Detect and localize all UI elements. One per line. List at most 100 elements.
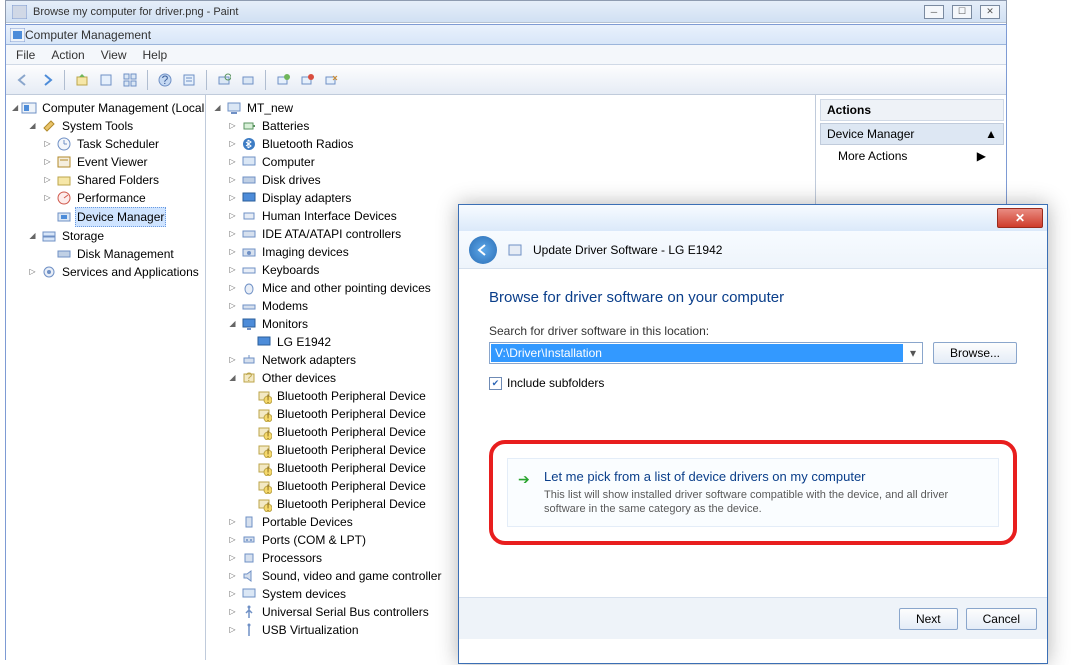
performance-icon — [56, 190, 72, 206]
tree-event-viewer[interactable]: ▷Event Viewer — [42, 153, 203, 171]
dev-bluetooth[interactable]: ▷Bluetooth Radios — [227, 135, 813, 153]
services-icon — [41, 264, 57, 280]
unknown-device-icon: ! — [256, 442, 272, 458]
dev-root[interactable]: ◢MT_new — [212, 99, 813, 117]
keyboard-icon — [241, 262, 257, 278]
chevron-down-icon[interactable]: ▾ — [904, 346, 922, 360]
toolbar-list[interactable] — [178, 69, 200, 91]
tree-disk-management[interactable]: ▷Disk Management — [42, 245, 203, 263]
path-combobox[interactable]: V:\Driver\Installation ▾ — [489, 342, 923, 364]
unknown-device-icon: ! — [256, 478, 272, 494]
unknown-device-icon: ! — [256, 496, 272, 512]
modem-icon — [241, 298, 257, 314]
ide-icon — [241, 226, 257, 242]
display-icon — [241, 190, 257, 206]
menu-file[interactable]: File — [16, 48, 35, 62]
pc-icon — [241, 154, 257, 170]
computer-icon — [226, 100, 242, 116]
unknown-device-icon: ! — [256, 460, 272, 476]
toolbar-help[interactable]: ? — [154, 69, 176, 91]
tree-storage[interactable]: ◢Storage — [27, 227, 203, 245]
close-button[interactable]: ✕ — [980, 5, 1000, 19]
tree-shared-folders[interactable]: ▷Shared Folders — [42, 171, 203, 189]
pick-from-list-option[interactable]: ➔ Let me pick from a list of device driv… — [507, 458, 999, 527]
tree-system-tools[interactable]: ◢System Tools — [27, 117, 203, 135]
minimize-button[interactable]: ─ — [924, 5, 944, 19]
tree-device-manager[interactable]: ▷Device Manager — [42, 207, 203, 227]
paint-title-text: Browse my computer for driver.png - Pain… — [33, 6, 238, 18]
usb-virt-icon — [241, 622, 257, 638]
tree-services[interactable]: ▷Services and Applications — [27, 263, 203, 281]
dialog-close-button[interactable]: ✕ — [997, 208, 1043, 228]
collapse-icon: ▲ — [985, 127, 997, 141]
toolbar: ? — [6, 65, 1006, 95]
tree-root[interactable]: ◢ Computer Management (Local — [12, 99, 203, 117]
pick-description: This list will show installed driver sof… — [544, 488, 988, 516]
svg-text:!: ! — [266, 428, 269, 440]
svg-text:?: ? — [246, 370, 253, 384]
portable-icon — [241, 514, 257, 530]
toolbar-up[interactable] — [71, 69, 93, 91]
paint-titlebar: Browse my computer for driver.png - Pain… — [6, 1, 1006, 23]
svg-text:!: ! — [266, 410, 269, 422]
dev-computer[interactable]: ▷Computer — [227, 153, 813, 171]
other-devices-icon: ? — [241, 370, 257, 386]
next-button[interactable]: Next — [899, 608, 958, 630]
include-subfolders-checkbox[interactable]: ✔ — [489, 377, 502, 390]
back-button[interactable] — [469, 236, 497, 264]
device-manager-icon — [56, 209, 72, 225]
highlighted-option: ➔ Let me pick from a list of device driv… — [489, 440, 1017, 545]
svg-text:?: ? — [162, 73, 169, 87]
actions-more[interactable]: More Actions ▶ — [820, 145, 1004, 167]
svg-text:!: ! — [266, 446, 269, 458]
toolbar-tile[interactable] — [119, 69, 141, 91]
toolbar-forward[interactable] — [36, 69, 58, 91]
driver-icon — [507, 242, 523, 258]
storage-icon — [41, 228, 57, 244]
menu-view[interactable]: View — [101, 48, 127, 62]
actions-subheader[interactable]: Device Manager ▲ — [820, 123, 1004, 145]
pick-title: Let me pick from a list of device driver… — [544, 469, 988, 484]
menu-help[interactable]: Help — [143, 48, 168, 62]
arrow-right-icon: ➔ — [518, 471, 530, 488]
computer-management-icon — [21, 100, 37, 116]
dev-disk[interactable]: ▷Disk drives — [227, 171, 813, 189]
toolbar-back[interactable] — [12, 69, 34, 91]
svg-text:!: ! — [266, 500, 269, 512]
dialog-header: Update Driver Software - LG E1942 — [459, 231, 1047, 269]
mmc-title-text: Computer Management — [25, 28, 151, 42]
folder-shared-icon — [56, 172, 72, 188]
disk-icon — [56, 246, 72, 262]
unknown-device-icon: ! — [256, 406, 272, 422]
menubar: File Action View Help — [6, 45, 1006, 65]
include-subfolders-label: Include subfolders — [507, 376, 604, 390]
mouse-icon — [241, 280, 257, 296]
hdd-icon — [241, 172, 257, 188]
actions-header: Actions — [820, 99, 1004, 121]
cancel-button[interactable]: Cancel — [966, 608, 1037, 630]
unknown-device-icon: ! — [256, 424, 272, 440]
dialog-heading: Browse for driver software on your compu… — [489, 289, 1017, 306]
browse-button[interactable]: Browse... — [933, 342, 1017, 364]
event-icon — [56, 154, 72, 170]
dialog-title-text: Update Driver Software - LG E1942 — [533, 243, 722, 257]
toolbar-add[interactable] — [237, 69, 259, 91]
maximize-button[interactable]: ☐ — [952, 5, 972, 19]
toolbar-update[interactable] — [272, 69, 294, 91]
toolbar-properties[interactable] — [95, 69, 117, 91]
dev-batteries[interactable]: ▷Batteries — [227, 117, 813, 135]
network-icon — [241, 352, 257, 368]
monitor-item-icon — [256, 334, 272, 350]
update-driver-dialog: ✕ Update Driver Software - LG E1942 Brow… — [458, 204, 1048, 664]
toolbar-uninstall[interactable] — [296, 69, 318, 91]
toolbar-disable[interactable] — [320, 69, 342, 91]
chevron-right-icon: ▶ — [977, 149, 986, 163]
tree-performance[interactable]: ▷Performance — [42, 189, 203, 207]
menu-action[interactable]: Action — [51, 48, 84, 62]
scope-tree: ◢ Computer Management (Local ◢System Too… — [6, 95, 206, 660]
sound-icon — [241, 568, 257, 584]
toolbar-scan[interactable] — [213, 69, 235, 91]
unknown-device-icon: ! — [256, 388, 272, 404]
tree-task-scheduler[interactable]: ▷Task Scheduler — [42, 135, 203, 153]
paint-icon — [12, 5, 27, 19]
